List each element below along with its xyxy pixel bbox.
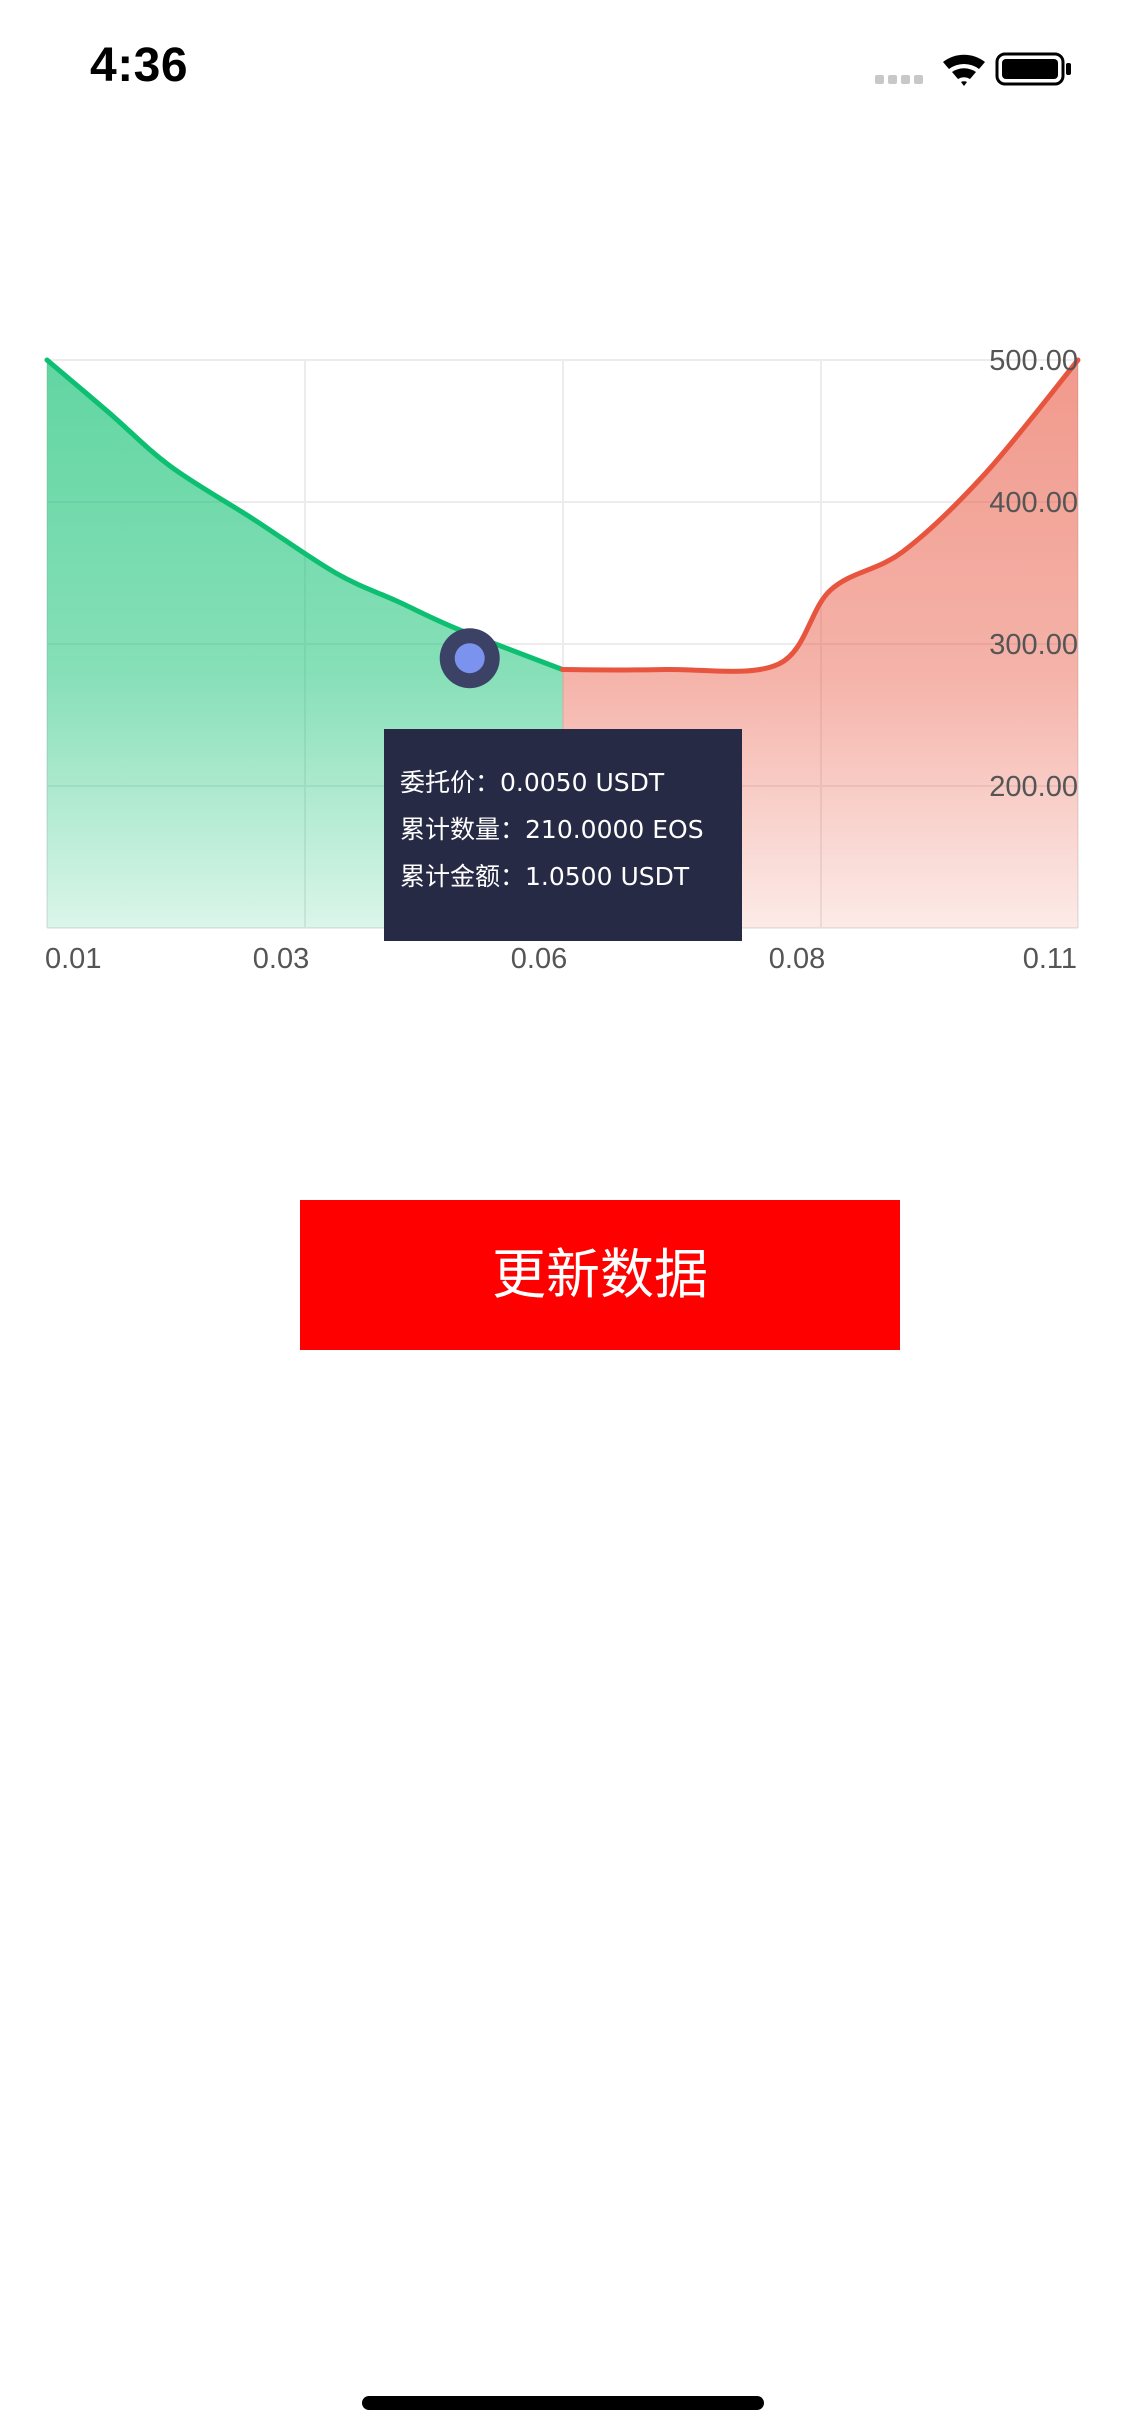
tooltip-quantity-value: 210.0000 EOS xyxy=(525,815,704,844)
tooltip-row-price: 委托价：0.0050 USDT xyxy=(400,759,726,806)
y-tick-label: 300.00 xyxy=(989,629,1078,661)
battery-icon xyxy=(995,52,1071,86)
y-tick-label: 200.00 xyxy=(989,771,1078,803)
tooltip-row-amount: 累计金额：1.0500 USDT xyxy=(400,853,726,900)
tooltip-amount-value: 1.0500 USDT xyxy=(525,862,690,891)
x-tick-label: 0.08 xyxy=(769,943,825,975)
status-icons xyxy=(875,52,1071,86)
wifi-icon xyxy=(943,54,985,86)
chart-marker xyxy=(439,628,500,689)
x-tick-label: 0.03 xyxy=(253,943,309,975)
tooltip-row-quantity: 累计数量：210.0000 EOS xyxy=(400,806,726,853)
depth-tooltip: 委托价：0.0050 USDT 累计数量：210.0000 EOS 累计金额：1… xyxy=(384,729,742,941)
status-time: 4:36 xyxy=(90,39,189,92)
cellular-signal-icon xyxy=(875,75,923,84)
x-tick-label: 0.06 xyxy=(511,943,567,975)
highlight-point xyxy=(454,643,485,674)
depth-chart: 0.01 0.03 0.06 0.08 0.11 500.00 400.00 300.00 20… xyxy=(0,340,1125,1000)
tooltip-amount-label: 累计金额： xyxy=(400,862,526,891)
tooltip-price-label: 委托价： xyxy=(400,768,501,797)
tooltip-quantity-label: 累计数量： xyxy=(400,815,526,844)
update-data-button[interactable]: 更新数据 xyxy=(300,1200,900,1350)
home-indicator[interactable] xyxy=(362,2396,764,2410)
y-tick-label: 400.00 xyxy=(989,487,1078,519)
status-bar: 4:36 xyxy=(0,0,1125,140)
y-tick-label: 500.00 xyxy=(989,345,1078,377)
x-tick-label: 0.11 xyxy=(1023,943,1077,975)
x-tick-label: 0.01 xyxy=(45,943,101,975)
tooltip-price-value: 0.0050 USDT xyxy=(500,768,665,797)
